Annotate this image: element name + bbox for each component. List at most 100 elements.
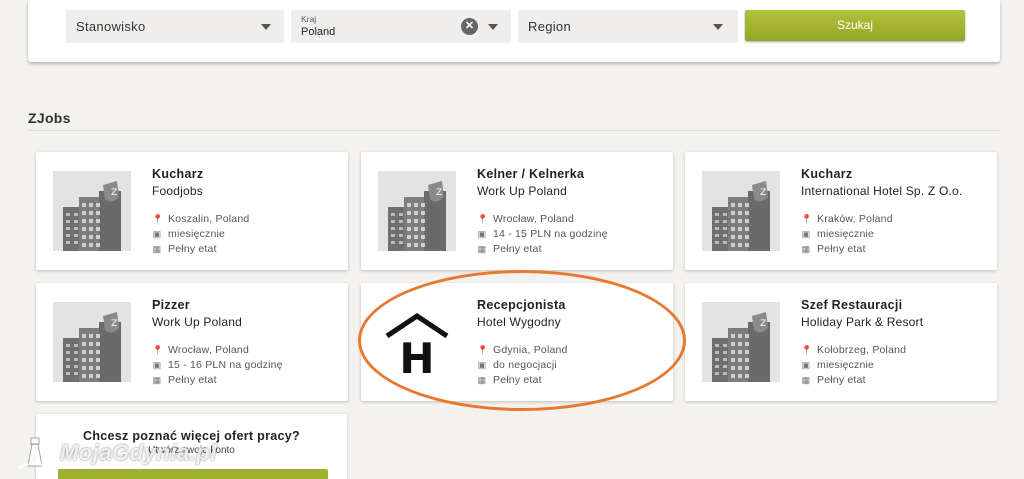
- job-pay: ▣ miesięcznie: [801, 359, 874, 371]
- job-location-text: Kołobrzeg, Poland: [817, 344, 907, 356]
- svg-text:Z: Z: [111, 188, 117, 198]
- money-icon: ▣: [801, 229, 811, 239]
- job-pay: ▣ do negocjacji: [477, 359, 557, 371]
- job-card[interactable]: Z Kelner / Kelnerka Work Up Poland 📍 Wrocław…: [361, 152, 673, 270]
- svg-text:Z: Z: [760, 319, 766, 329]
- job-pay: ▣ miesięcznie: [152, 228, 225, 240]
- section-title: ZJobs: [28, 110, 71, 126]
- job-location-text: Gdynia, Poland: [493, 344, 568, 356]
- country-value: Poland: [301, 26, 336, 38]
- calendar-icon: ▦: [801, 375, 811, 385]
- job-pay-text: miesięcznie: [817, 228, 875, 240]
- job-type-text: Pełny etat: [817, 243, 866, 255]
- lighthouse-logo-icon: [17, 437, 53, 469]
- job-location: 📍 Kraków, Poland: [801, 213, 893, 225]
- chevron-down-icon: [261, 24, 271, 30]
- building-icon: Z: [702, 171, 780, 251]
- job-pay: ▣ 14 - 15 PLN na godzinę: [477, 228, 608, 240]
- job-pay: ▣ miesięcznie: [801, 228, 874, 240]
- job-type: ▦ Pełny etat: [152, 374, 217, 386]
- clear-icon[interactable]: ✕: [461, 18, 478, 35]
- location-pin-icon: 📍: [477, 345, 489, 355]
- hotel-logo-icon: H: [383, 310, 451, 383]
- job-type-text: Pełny etat: [168, 374, 217, 386]
- job-location-text: Wrocław, Poland: [168, 344, 250, 356]
- calendar-icon: ▦: [152, 375, 162, 385]
- position-select-value: Stanowisko: [76, 19, 146, 34]
- location-pin-icon: 📍: [801, 214, 813, 224]
- job-company: Foodjobs: [152, 184, 203, 198]
- section-divider: [28, 130, 1000, 131]
- chevron-down-icon: [488, 24, 498, 30]
- job-type: ▦ Pełny etat: [801, 374, 866, 386]
- calendar-icon: ▦: [477, 244, 487, 254]
- location-pin-icon: 📍: [152, 214, 164, 224]
- job-company: Work Up Poland: [152, 315, 242, 329]
- job-pay-text: miesięcznie: [817, 359, 875, 371]
- job-card[interactable]: H Recepcjonista Hotel Wygodny 📍 Gdynia, Pola…: [361, 283, 673, 401]
- job-type: ▦ Pełny etat: [801, 243, 866, 255]
- location-pin-icon: 📍: [801, 345, 813, 355]
- job-location: 📍 Koszalin, Poland: [152, 213, 249, 225]
- job-company: Hotel Wygodny: [477, 315, 561, 329]
- money-icon: ▣: [152, 360, 162, 370]
- job-type: ▦ Pełny etat: [477, 243, 542, 255]
- job-type-text: Pełny etat: [817, 374, 866, 386]
- building-icon: Z: [53, 171, 131, 251]
- calendar-icon: ▦: [477, 375, 487, 385]
- country-select[interactable]: Kraj Poland ✕: [291, 10, 511, 43]
- job-card[interactable]: Z Pizzer Work Up Poland 📍 Wrocław, Poland ▣ 15…: [36, 283, 348, 401]
- job-location-text: Koszalin, Poland: [168, 213, 250, 225]
- country-label: Kraj: [301, 14, 317, 24]
- job-card[interactable]: Z Szef Restauracji Holiday Park & Resort 📍 K…: [685, 283, 997, 401]
- job-card[interactable]: Z Kucharz Foodjobs 📍 Koszalin, Poland ▣ miesię…: [36, 152, 348, 270]
- job-pay-text: 15 - 16 PLN na godzinę: [168, 359, 283, 371]
- job-title[interactable]: Recepcjonista: [477, 298, 566, 312]
- job-location-text: Kraków, Poland: [817, 213, 893, 225]
- job-location: 📍 Kołobrzeg, Poland: [801, 344, 906, 356]
- watermark-text: MojaGdynia.pl: [60, 440, 217, 465]
- job-company: Work Up Poland: [477, 184, 567, 198]
- calendar-icon: ▦: [152, 244, 162, 254]
- job-type: ▦ Pełny etat: [152, 243, 217, 255]
- job-type-text: Pełny etat: [168, 243, 217, 255]
- money-icon: ▣: [477, 229, 487, 239]
- calendar-icon: ▦: [801, 244, 811, 254]
- search-button[interactable]: Szukaj: [745, 10, 965, 41]
- building-icon: Z: [702, 302, 780, 382]
- position-select[interactable]: Stanowisko: [66, 10, 284, 43]
- money-icon: ▣: [801, 360, 811, 370]
- building-icon: Z: [378, 171, 456, 251]
- job-title[interactable]: Kucharz: [152, 167, 203, 181]
- job-pay-text: miesięcznie: [168, 228, 226, 240]
- job-title[interactable]: Pizzer: [152, 298, 190, 312]
- watermark: MojaGdynia.pl: [14, 432, 244, 472]
- job-company: Holiday Park & Resort: [801, 315, 924, 329]
- job-pay-text: do negocjacji: [493, 359, 557, 371]
- search-panel: Stanowisko Kraj Poland ✕ Region Szukaj: [28, 0, 1000, 62]
- job-type-text: Pełny etat: [493, 374, 542, 386]
- job-pay-text: 14 - 15 PLN na godzinę: [493, 228, 608, 240]
- job-title[interactable]: Kelner / Kelnerka: [477, 167, 584, 181]
- job-card[interactable]: Z Kucharz International Hotel Sp. Z O.o. 📍 K…: [685, 152, 997, 270]
- job-location: 📍 Wrocław, Poland: [152, 344, 249, 356]
- region-select-value: Region: [528, 19, 571, 34]
- job-pay: ▣ 15 - 16 PLN na godzinę: [152, 359, 283, 371]
- job-title[interactable]: Kucharz: [801, 167, 852, 181]
- money-icon: ▣: [477, 360, 487, 370]
- job-title[interactable]: Szef Restauracji: [801, 298, 902, 312]
- job-company: International Hotel Sp. Z O.o.: [801, 184, 963, 198]
- job-location: 📍 Wrocław, Poland: [477, 213, 574, 225]
- job-location-text: Wrocław, Poland: [493, 213, 575, 225]
- job-type-text: Pełny etat: [493, 243, 542, 255]
- region-select[interactable]: Region: [518, 10, 738, 43]
- svg-text:Z: Z: [760, 188, 766, 198]
- location-pin-icon: 📍: [477, 214, 489, 224]
- svg-text:H: H: [399, 334, 434, 378]
- svg-text:Z: Z: [111, 319, 117, 329]
- chevron-down-icon: [713, 24, 723, 30]
- location-pin-icon: 📍: [152, 345, 164, 355]
- money-icon: ▣: [152, 229, 162, 239]
- svg-text:Z: Z: [436, 188, 442, 198]
- building-icon: Z: [53, 302, 131, 382]
